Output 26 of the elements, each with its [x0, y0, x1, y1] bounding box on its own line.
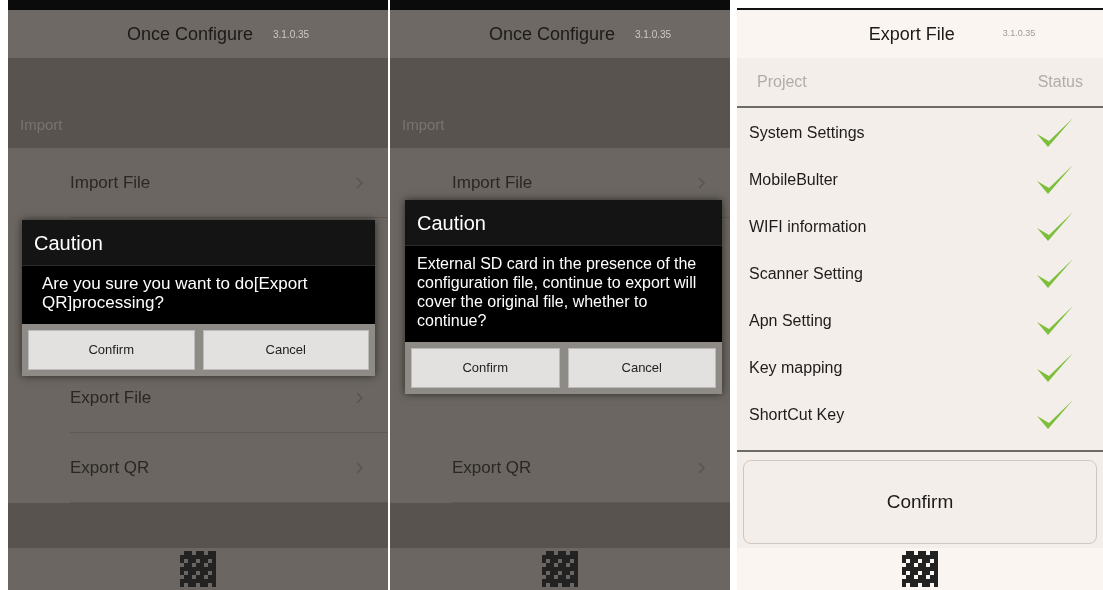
qr-code-icon: [902, 551, 938, 587]
confirm-button[interactable]: Confirm: [743, 460, 1097, 544]
qr-code-icon: [180, 551, 216, 587]
dialog-button[interactable]: Cancel: [202, 330, 369, 370]
screen-title: Once Configure: [126, 22, 253, 46]
project-name: ShortCut Key: [749, 404, 845, 425]
project-name: Key mapping: [749, 357, 843, 378]
project-name: MobileBulter: [749, 169, 838, 190]
column-header: Project: [757, 72, 807, 92]
project-name: Scanner Setting: [749, 263, 863, 284]
dialog-button[interactable]: Confirm: [411, 348, 560, 388]
dialog-title: Caution: [34, 230, 103, 256]
version-label: 3.1.0.35: [634, 27, 672, 42]
dialog-message: Are you sure you want to do[Export QR]processing?: [41, 273, 309, 314]
qr-code-icon: [542, 551, 578, 587]
project-name: WIFI information: [749, 216, 867, 237]
version-label: 3.1.0.35: [1002, 27, 1036, 41]
screen-title: Export File: [868, 22, 955, 46]
project-name: System Settings: [749, 122, 865, 143]
project-name: Apn Setting: [749, 310, 832, 331]
dialog-button[interactable]: Confirm: [28, 330, 195, 370]
dialog-button[interactable]: Cancel: [567, 348, 716, 388]
version-label: 3.1.0.35: [272, 27, 310, 42]
dialog-message: External SD card in the presence of the configuration file, continue to export will cover the original file, whether to continue?: [416, 254, 698, 331]
screen-title: Once Configure: [488, 22, 615, 46]
column-header: Status: [1037, 72, 1083, 92]
